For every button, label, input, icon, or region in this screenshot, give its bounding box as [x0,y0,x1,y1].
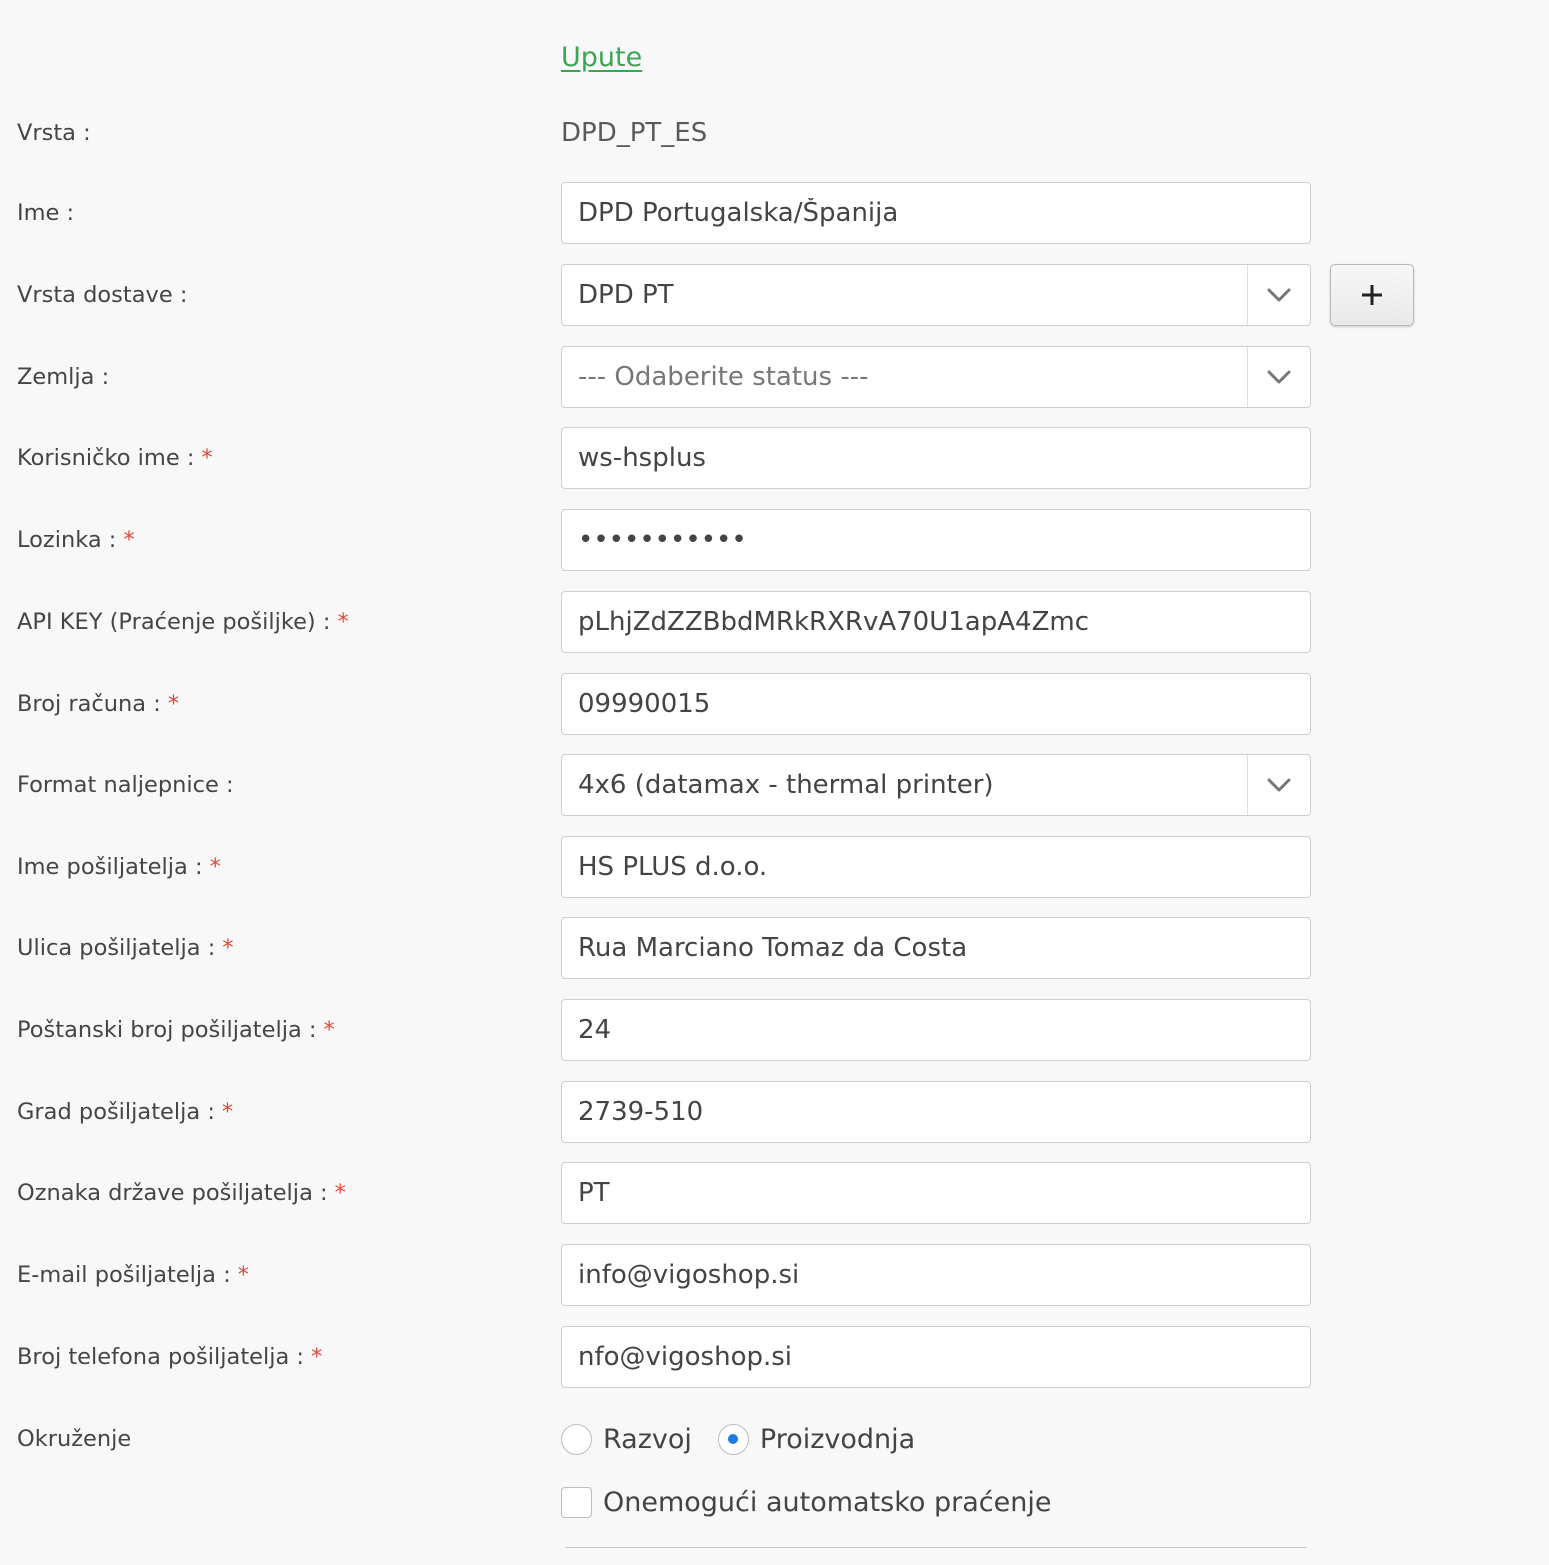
disable-tracking-checkbox[interactable] [561,1486,592,1518]
section-divider [565,1547,1307,1548]
radio-proizvodnja-label[interactable]: Proizvodnja [760,1424,915,1455]
postanski-broj-label: Poštanski broj pošiljatelja : * [17,1017,335,1043]
row-okruzenje: Okruženje Razvoj Proizvodnja [0,1408,1549,1470]
vrsta-value: DPD_PT_ES [561,118,708,148]
postanski-broj-input[interactable] [562,1000,1310,1060]
email-posiljatelja-input[interactable] [562,1245,1310,1305]
required-marker: * [222,935,234,961]
required-marker: * [337,609,349,635]
korisnicko-ime-label: Korisničko ime : * [17,445,213,471]
grad-posiljatelja-input[interactable] [562,1082,1310,1142]
format-naljepnice-select[interactable]: 4x6 (datamax - thermal printer) [561,754,1311,816]
zemlja-select[interactable]: --- Odaberite status --- [561,346,1311,408]
oznaka-drzave-wrap [561,1162,1311,1224]
oznaka-drzave-input[interactable] [562,1163,1310,1223]
radio-razvoj[interactable] [561,1423,592,1455]
vrsta-dostave-select[interactable]: DPD PT [561,264,1311,326]
required-marker: * [237,1262,249,1288]
lozinka-wrap [561,509,1311,571]
ulica-posiljatelja-wrap [561,917,1311,979]
telefon-posiljatelja-input[interactable] [562,1327,1310,1387]
ime-posiljatelja-input[interactable] [562,837,1310,897]
row-email-posiljatelja: E-mail pošiljatelja : * [0,1244,1549,1306]
disable-tracking-group: Onemogući automatsko praćenje [561,1471,1051,1533]
required-marker: * [323,1017,335,1043]
radio-razvoj-label[interactable]: Razvoj [603,1424,692,1455]
chevron-down-icon [1247,755,1310,815]
radio-proizvodnja[interactable] [717,1423,749,1455]
format-naljepnice-label: Format naljepnice : [17,772,234,798]
plus-icon [1362,285,1382,305]
ime-posiljatelja-wrap [561,836,1311,898]
row-korisnicko-ime: Korisničko ime : * [0,427,1549,489]
lozinka-input[interactable] [562,510,1310,570]
ime-field-wrap [561,182,1311,244]
api-key-input[interactable] [562,592,1310,652]
postanski-broj-wrap [561,999,1311,1061]
row-format-naljepnice: Format naljepnice : 4x6 (datamax - therm… [0,754,1549,816]
broj-racuna-wrap [561,673,1311,735]
radio-selected-dot [728,1434,739,1444]
vrsta-dostave-label: Vrsta dostave : [17,282,188,308]
okruzenje-label: Okruženje [17,1426,132,1452]
row-ime: Ime : [0,182,1549,244]
lozinka-label: Lozinka : * [17,527,135,553]
row-vrsta-dostave: Vrsta dostave : DPD PT [0,264,1549,326]
api-key-label: API KEY (Praćenje pošiljke) : * [17,609,349,635]
email-posiljatelja-wrap [561,1244,1311,1306]
ime-label: Ime : [17,200,75,226]
grad-posiljatelja-wrap [561,1081,1311,1143]
row-zemlja: Zemlja : --- Odaberite status --- [0,346,1549,408]
email-posiljatelja-label: E-mail pošiljatelja : * [17,1262,249,1288]
korisnicko-ime-wrap [561,427,1311,489]
ime-posiljatelja-label: Ime pošiljatelja : * [17,854,221,880]
required-marker: * [221,1099,234,1125]
broj-racuna-input[interactable] [562,674,1310,734]
required-marker: * [123,527,135,553]
required-marker: * [311,1344,323,1370]
zemlja-placeholder: --- Odaberite status --- [578,362,869,392]
zemlja-label: Zemlja : [17,364,110,390]
chevron-down-icon [1247,347,1310,407]
oznaka-drzave-label: Oznaka države pošiljatelja : * [17,1180,346,1206]
okruzenje-radio-group: Razvoj Proizvodnja [561,1408,915,1470]
vrsta-label: Vrsta : [17,120,91,146]
required-marker: * [167,691,180,717]
grad-posiljatelja-label: Grad pošiljatelja : * [17,1099,234,1125]
ime-input[interactable] [562,183,1310,243]
row-postanski-broj: Poštanski broj pošiljatelja : * [0,999,1549,1061]
disable-tracking-label[interactable]: Onemogući automatsko praćenje [603,1487,1051,1518]
broj-racuna-label: Broj računa : * [17,691,180,717]
row-telefon-posiljatelja: Broj telefona pošiljatelja : * [0,1326,1549,1388]
api-key-wrap [561,591,1311,653]
row-vrsta: Vrsta : DPD_PT_ES [0,102,1549,164]
chevron-down-icon [1247,265,1310,325]
row-lozinka: Lozinka : * [0,509,1549,571]
help-link[interactable]: Upute [561,42,642,73]
format-naljepnice-selected: 4x6 (datamax - thermal printer) [578,770,994,800]
vrsta-dostave-selected: DPD PT [578,280,674,310]
ulica-posiljatelja-input[interactable] [562,918,1310,978]
required-marker: * [209,854,221,880]
ulica-posiljatelja-label: Ulica pošiljatelja : * [17,935,234,961]
add-delivery-type-button[interactable] [1330,264,1414,326]
telefon-posiljatelja-wrap [561,1326,1311,1388]
row-oznaka-drzave: Oznaka države pošiljatelja : * [0,1162,1549,1224]
row-grad-posiljatelja: Grad pošiljatelja : * [0,1081,1549,1143]
korisnicko-ime-input[interactable] [562,428,1310,488]
row-api-key: API KEY (Praćenje pošiljke) : * [0,591,1549,653]
row-ulica-posiljatelja: Ulica pošiljatelja : * [0,917,1549,979]
row-broj-racuna: Broj računa : * [0,673,1549,735]
row-disable-tracking: Onemogući automatsko praćenje [0,1471,1549,1533]
required-marker: * [201,445,213,471]
required-marker: * [334,1180,346,1206]
telefon-posiljatelja-label: Broj telefona pošiljatelja : * [17,1344,323,1370]
row-ime-posiljatelja: Ime pošiljatelja : * [0,836,1549,898]
